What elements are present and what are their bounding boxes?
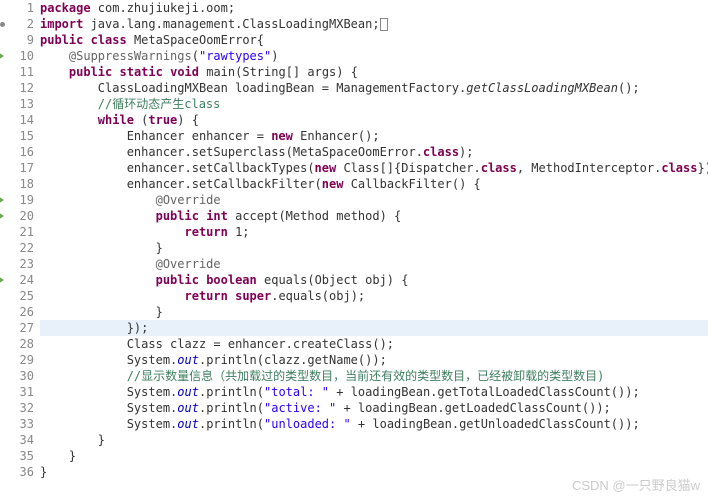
line-number: 24: [6, 272, 34, 288]
cursor-icon: [380, 18, 388, 31]
override-marker-icon: [0, 212, 4, 220]
line-number: 31: [6, 384, 34, 400]
code-line: System.out.println("active: " + loadingB…: [40, 400, 708, 416]
code-line: }: [40, 240, 708, 256]
line-number: 29: [6, 352, 34, 368]
code-line: public static void main(String[] args) {: [40, 64, 708, 80]
code-editor[interactable]: 1291011121314151617181920212223242526272…: [0, 0, 708, 480]
code-line: }: [40, 448, 708, 464]
code-line: System.out.println("total: " + loadingBe…: [40, 384, 708, 400]
line-number: 12: [6, 80, 34, 96]
code-line: }: [40, 432, 708, 448]
line-number: 32: [6, 400, 34, 416]
code-line: public class MetaSpaceOomError{: [40, 32, 708, 48]
code-line: enhancer.setCallbackFilter(new CallbackF…: [40, 176, 708, 192]
line-number: 19: [6, 192, 34, 208]
line-number: 25: [6, 288, 34, 304]
line-number: 16: [6, 144, 34, 160]
line-number: 14: [6, 112, 34, 128]
watermark-text: CSDN @一只野良猫w: [572, 475, 700, 494]
code-line: public int accept(Method method) {: [40, 208, 708, 224]
line-number: 21: [6, 224, 34, 240]
line-gutter: 1291011121314151617181920212223242526272…: [0, 0, 40, 480]
code-line: ClassLoadingMXBean loadingBean = Managem…: [40, 80, 708, 96]
line-number: 1: [6, 0, 34, 16]
code-line: System.out.println(clazz.getName());: [40, 352, 708, 368]
code-line: public boolean equals(Object obj) {: [40, 272, 708, 288]
fold-marker-icon: [0, 22, 5, 27]
code-area[interactable]: package com.zhujiukeji.oom; import java.…: [40, 0, 708, 480]
code-line: package com.zhujiukeji.oom;: [40, 0, 708, 16]
line-number: 22: [6, 240, 34, 256]
code-line: }: [40, 304, 708, 320]
code-line: //循环动态产生class: [40, 96, 708, 112]
line-number: 11: [6, 64, 34, 80]
override-marker-icon: [0, 196, 4, 204]
code-line: enhancer.setCallbackTypes(new Class[]{Di…: [40, 160, 708, 176]
code-line: System.out.println("unloaded: " + loadin…: [40, 416, 708, 432]
line-number: 33: [6, 416, 34, 432]
line-number: 34: [6, 432, 34, 448]
code-line: @SuppressWarnings("rawtypes"): [40, 48, 708, 64]
line-number: 13: [6, 96, 34, 112]
code-line: return super.equals(obj);: [40, 288, 708, 304]
line-number: 15: [6, 128, 34, 144]
line-number: 27: [6, 320, 34, 336]
line-number: 2: [6, 16, 34, 32]
code-line: @Override: [40, 192, 708, 208]
line-number: 23: [6, 256, 34, 272]
code-line: //显示数量信息（共加载过的类型数目，当前还有效的类型数目，已经被卸载的类型数目…: [40, 368, 708, 384]
code-line: Enhancer enhancer = new Enhancer();: [40, 128, 708, 144]
override-marker-icon: [0, 52, 4, 60]
code-line: enhancer.setSuperclass(MetaSpaceOomError…: [40, 144, 708, 160]
code-line: });: [40, 320, 708, 336]
line-number: 9: [6, 32, 34, 48]
line-number: 20: [6, 208, 34, 224]
code-line: import java.lang.management.ClassLoading…: [40, 16, 708, 32]
line-number: 30: [6, 368, 34, 384]
override-marker-icon: [0, 276, 4, 284]
code-line: Class clazz = enhancer.createClass();: [40, 336, 708, 352]
code-line: @Override: [40, 256, 708, 272]
line-number: 35: [6, 448, 34, 464]
line-number: 18: [6, 176, 34, 192]
line-number: 28: [6, 336, 34, 352]
line-number: 36: [6, 464, 34, 480]
code-line: return 1;: [40, 224, 708, 240]
line-number: 17: [6, 160, 34, 176]
line-number: 26: [6, 304, 34, 320]
line-number: 10: [6, 48, 34, 64]
code-line: while (true) {: [40, 112, 708, 128]
